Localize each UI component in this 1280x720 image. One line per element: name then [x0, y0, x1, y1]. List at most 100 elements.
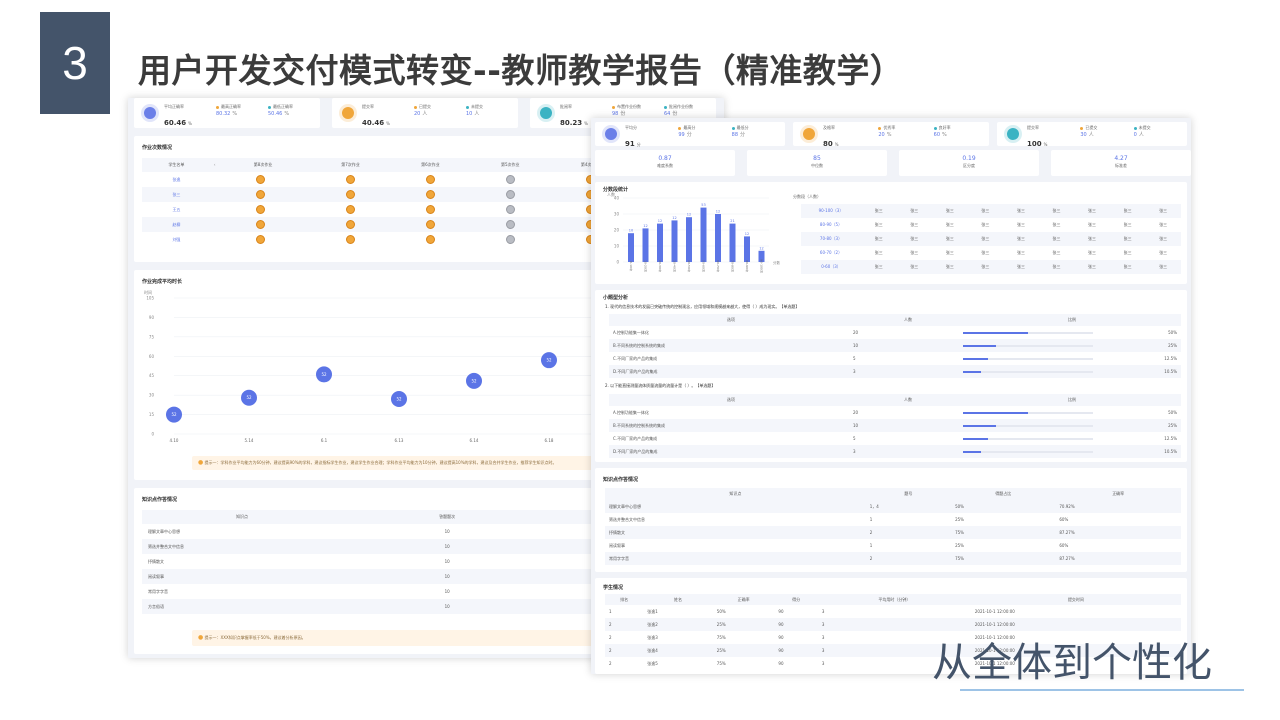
student-cell[interactable]: 张三 [968, 218, 1004, 232]
student-cell[interactable]: 张三 [1039, 260, 1075, 274]
bar[interactable] [686, 217, 692, 262]
medal-cell [470, 202, 550, 217]
table-row: 70-80（3） 张三 张三 张三 张三 张三 张三 张三 张三 张三 [801, 232, 1181, 246]
medal-icon [256, 189, 266, 199]
y-tick-label: 60 [149, 354, 155, 359]
student-name: 张三 [874, 222, 883, 227]
bar[interactable] [715, 214, 721, 262]
student-cell[interactable]: 张三 [968, 232, 1004, 246]
student-cell[interactable]: 张三 [897, 218, 933, 232]
student-cell[interactable]: 张三 [897, 204, 933, 218]
student-cell[interactable]: 张三 [861, 204, 897, 218]
student-cell[interactable]: 张三 [932, 246, 968, 260]
student-cell[interactable]: 张三 [861, 218, 897, 232]
student-cell[interactable]: 张三 [1110, 218, 1146, 232]
student-cell[interactable]: 张三 [968, 246, 1004, 260]
student-cell[interactable]: 张三 [932, 260, 968, 274]
student-name: 张三 [1123, 222, 1132, 227]
student-cell[interactable]: 张三 [1074, 204, 1110, 218]
student-cell[interactable]: 张三 [1003, 232, 1039, 246]
bar[interactable] [642, 228, 649, 262]
student-cell[interactable]: 张三 [1039, 246, 1075, 260]
option-row: B.不同系统的控制系统的集成 10 25% [609, 419, 1181, 432]
count-cell: 10 [342, 569, 552, 584]
student-score-cell: 90 [774, 644, 817, 657]
student-cell[interactable]: 张三 [897, 232, 933, 246]
stat-unit: % [386, 121, 390, 127]
legend-dot-icon [1080, 126, 1084, 130]
student-rate: 25% [716, 648, 726, 653]
student-cell[interactable]: 张三 [968, 260, 1004, 274]
stat-label: 平均正确率 [164, 104, 184, 109]
bar[interactable] [671, 220, 678, 262]
student-cell[interactable]: 张三 [1145, 232, 1181, 246]
bar[interactable] [729, 223, 736, 262]
option-ratio-cell: 25% [963, 339, 1181, 352]
student-name-cell[interactable]: 张三 [142, 187, 211, 202]
student-cell[interactable]: 张三 [1110, 246, 1146, 260]
x-tick-label: 5.14 [245, 438, 254, 443]
student-cell[interactable]: 张三 [1145, 204, 1181, 218]
chevron-left-icon[interactable]: ‹ [214, 162, 216, 167]
column-header-label: 第8次作业 [253, 162, 273, 167]
student-cell[interactable]: 张三 [932, 218, 968, 232]
section-title: 作业次数情况 [142, 145, 173, 151]
tip-text: 提示一：学科作业平均能力为60分钟，建议提高90%的学科，建议指标学生作业，建议… [204, 460, 557, 465]
option-label-cell: B.不同系统的控制系统的集成 [609, 339, 853, 352]
student-cell[interactable]: 张三 [1110, 260, 1146, 274]
knowledge-point: 方言俗语 [148, 603, 164, 609]
student-cell[interactable]: 张三 [1110, 204, 1146, 218]
student-cell[interactable]: 张三 [1074, 232, 1110, 246]
check-icon [342, 107, 354, 119]
student-cell[interactable]: 张三 [1145, 260, 1181, 274]
student-cell[interactable]: 张三 [932, 204, 968, 218]
option-pct: 12.5% [1164, 356, 1177, 361]
stat-sub-label: 未提交 [471, 104, 483, 109]
column-header-label: 平均用时（分钟） [878, 596, 911, 602]
student-cell[interactable]: 张三 [1145, 246, 1181, 260]
kp-rate-cell: 60% [1055, 539, 1181, 552]
student-name-cell[interactable]: 刘强 [142, 232, 211, 247]
student-name-cell[interactable]: 张逸 [142, 172, 211, 187]
student-time: 3 [821, 609, 825, 614]
student-cell[interactable]: 张三 [861, 260, 897, 274]
student-name-cell[interactable]: 王五 [142, 202, 211, 217]
medal-cell [390, 172, 470, 187]
student-cell[interactable]: 张三 [968, 204, 1004, 218]
student-cell[interactable]: 张三 [1074, 218, 1110, 232]
student-cell[interactable]: 张三 [861, 246, 897, 260]
student-score: 90 [778, 635, 784, 640]
bar[interactable] [744, 236, 750, 262]
bar[interactable] [657, 223, 663, 262]
stat-sub-unit: 人 [474, 111, 480, 118]
student-name-cell[interactable]: 赵柳 [142, 217, 211, 232]
student-score: 90 [778, 622, 784, 627]
student-cell[interactable]: 张三 [1074, 246, 1110, 260]
student-cell[interactable]: 张三 [1003, 204, 1039, 218]
option-pct: 10.5% [1164, 369, 1177, 374]
student-cell[interactable]: 张三 [1110, 232, 1146, 246]
score-range: 70-80（3） [819, 236, 843, 241]
student-cell[interactable]: 张三 [1074, 260, 1110, 274]
student-cell[interactable]: 张三 [897, 246, 933, 260]
student-rate: 50% [716, 609, 726, 614]
x-tick-label: 80-90分 [745, 260, 749, 272]
student-cell[interactable]: 张三 [1145, 218, 1181, 232]
student-cell[interactable]: 张三 [1003, 218, 1039, 232]
page-title: 用户开发交付模式转变--教师教学报告（精准教学） [138, 51, 904, 90]
option-row: B.不同系统的控制系统的集成 10 25% [609, 339, 1181, 352]
student-cell[interactable]: 张三 [1039, 204, 1075, 218]
student-cell[interactable]: 张三 [897, 260, 933, 274]
bar[interactable] [700, 207, 707, 262]
student-cell[interactable]: 张三 [1003, 260, 1039, 274]
kp-num: 1 [869, 517, 873, 522]
student-cell[interactable]: 张三 [932, 232, 968, 246]
student-cell[interactable]: 张三 [1003, 246, 1039, 260]
student-cell[interactable]: 张三 [861, 232, 897, 246]
option-ratio-cell: 12.5% [963, 432, 1181, 445]
bar[interactable] [628, 233, 634, 262]
student-name: 张三 [1016, 208, 1025, 213]
stat-sub-label: 良好率 [938, 125, 951, 130]
student-cell[interactable]: 张三 [1039, 218, 1075, 232]
student-cell[interactable]: 张三 [1039, 232, 1075, 246]
